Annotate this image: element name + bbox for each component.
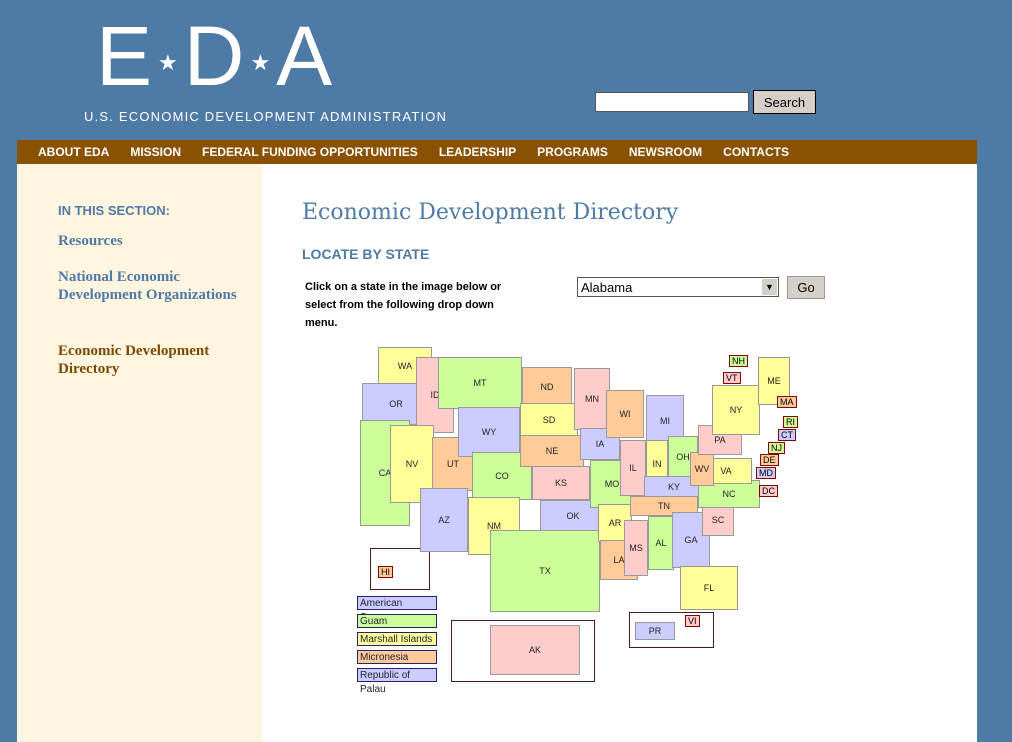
selected-state: Alabama xyxy=(581,280,633,295)
instructions: Click on a state in the image below or s… xyxy=(305,281,502,329)
state-tag-vt[interactable]: VT xyxy=(723,372,741,384)
chevron-down-icon[interactable]: ▼ xyxy=(762,279,777,295)
state-tag-ri[interactable]: RI xyxy=(783,416,798,428)
state-tag-ct[interactable]: CT xyxy=(778,429,796,441)
star-icon: ★ xyxy=(250,49,273,75)
territory-button[interactable]: Guam xyxy=(357,614,437,628)
logo-letter: D xyxy=(183,9,247,103)
sidebar: IN THIS SECTION: Resources National Econ… xyxy=(17,164,262,742)
nav-programs[interactable]: PROGRAMS xyxy=(537,145,608,159)
state-wy[interactable]: WY xyxy=(458,407,520,457)
state-tag-dc[interactable]: DC xyxy=(759,485,778,497)
go-button[interactable]: Go xyxy=(787,276,825,299)
state-select[interactable]: Alabama ▼ xyxy=(577,277,779,297)
territory-button[interactable]: Republic of Palau xyxy=(357,668,437,695)
territory-button[interactable]: American Samoa xyxy=(357,596,437,623)
state-pr[interactable]: PR xyxy=(635,622,675,640)
sidebar-item-national-orgs[interactable]: National Economic Development Organizati… xyxy=(58,268,238,304)
eda-logo[interactable]: E ★D ★A U.S. ECONOMIC DEVELOPMENT ADMINIST… xyxy=(84,14,447,124)
sidebar-item-directory[interactable]: Economic Development Directory xyxy=(58,342,238,378)
state-az[interactable]: AZ xyxy=(420,488,468,552)
main-nav: ABOUT EDA MISSION FEDERAL FUNDING OPPORT… xyxy=(17,140,977,164)
nav-contacts[interactable]: CONTACTS xyxy=(723,145,789,159)
section-subtitle: LOCATE BY STATE xyxy=(302,246,430,262)
sidebar-heading: IN THIS SECTION: xyxy=(58,203,170,218)
state-tag-vi[interactable]: VI xyxy=(685,615,700,627)
search-button[interactable]: Search xyxy=(753,90,816,114)
state-ne[interactable]: NE xyxy=(520,435,584,467)
state-tag-de[interactable]: DE xyxy=(760,454,779,466)
state-wi[interactable]: WI xyxy=(606,390,644,438)
territory-button[interactable]: Micronesia xyxy=(357,650,437,664)
nav-about-eda[interactable]: ABOUT EDA xyxy=(38,145,109,159)
state-ak[interactable]: AK xyxy=(490,625,580,675)
sidebar-item-resources[interactable]: Resources xyxy=(58,232,238,250)
nav-newsroom[interactable]: NEWSROOM xyxy=(629,145,702,159)
state-mn[interactable]: MN xyxy=(574,368,610,430)
nav-mission[interactable]: MISSION xyxy=(130,145,181,159)
state-tag-md[interactable]: MD xyxy=(756,467,776,479)
state-tag-hi[interactable]: HI xyxy=(378,566,393,578)
state-sd[interactable]: SD xyxy=(520,403,578,437)
logo-letter: E xyxy=(96,9,155,103)
state-al[interactable]: AL xyxy=(648,516,674,570)
state-ks[interactable]: KS xyxy=(532,466,590,500)
logo-subtitle: U.S. ECONOMIC DEVELOPMENT ADMINISTRATION xyxy=(84,108,448,124)
logo-letter: A xyxy=(276,9,335,103)
nav-leadership[interactable]: LEADERSHIP xyxy=(439,145,516,159)
state-tag-nh[interactable]: NH xyxy=(729,355,748,367)
state-wv[interactable]: WV xyxy=(690,452,714,486)
state-tag-ma[interactable]: MA xyxy=(777,396,797,408)
page-title: Economic Development Directory xyxy=(302,200,679,225)
state-fl[interactable]: FL xyxy=(680,566,738,610)
state-il[interactable]: IL xyxy=(620,440,646,496)
state-tx[interactable]: TX xyxy=(490,530,600,612)
state-sc[interactable]: SC xyxy=(702,504,734,536)
state-nd[interactable]: ND xyxy=(522,367,572,407)
nav-federal-funding[interactable]: FEDERAL FUNDING OPPORTUNITIES xyxy=(202,145,418,159)
star-icon: ★ xyxy=(158,49,180,75)
search-input[interactable] xyxy=(595,92,749,112)
state-tag-nj[interactable]: NJ xyxy=(768,442,785,454)
territory-button[interactable]: Marshall Islands xyxy=(357,632,437,646)
state-ms[interactable]: MS xyxy=(624,520,648,576)
state-ny[interactable]: NY xyxy=(712,385,760,435)
state-mt[interactable]: MT xyxy=(438,357,522,409)
